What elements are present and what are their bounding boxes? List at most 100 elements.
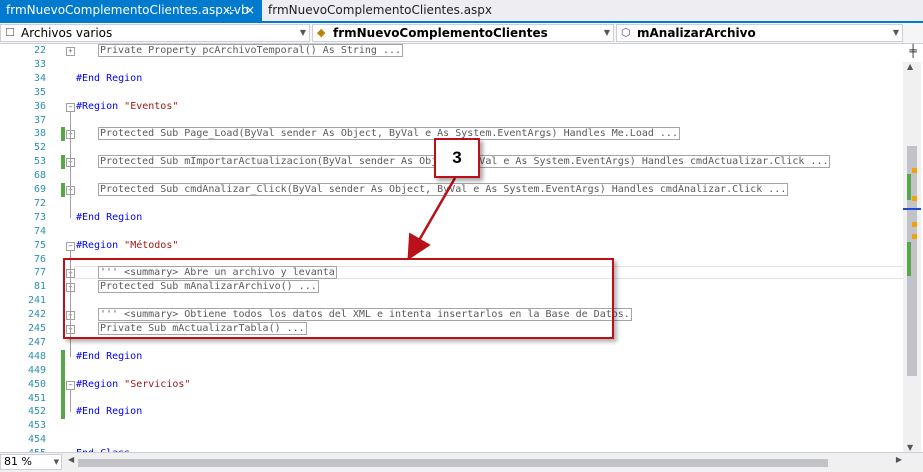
line-number: 453: [27, 420, 46, 432]
navigation-bar: ☐ Archivos varios ▼ ◆ frmNuevoComplement…: [0, 23, 923, 44]
keyword: #End Region: [76, 211, 143, 223]
warning-marker: [912, 196, 917, 201]
code-editor[interactable]: 22 + Private Property pcArchivoTemporal() …: [0, 44, 903, 452]
line-number: 75: [33, 239, 46, 251]
code-line[interactable]: #End Region: [76, 72, 142, 86]
change-indicator: [61, 155, 65, 170]
scroll-up-icon[interactable]: ▲: [907, 62, 913, 71]
change-indicator: [61, 405, 65, 420]
keyword: #Region: [76, 100, 125, 112]
keyword: #Region: [76, 239, 125, 251]
chevron-down-icon: ▼: [892, 28, 899, 37]
project-label: Archivos varios: [21, 26, 113, 40]
close-icon[interactable]: ×: [245, 0, 255, 21]
highlight-box: [63, 258, 614, 339]
line-number: 241: [27, 295, 46, 307]
line-number: 449: [27, 364, 46, 376]
code-line[interactable]: #End Region: [76, 350, 142, 364]
line-number: 37: [33, 114, 46, 126]
tab-aspx-vb[interactable]: frmNuevoComplementoClientes.aspx.vb ⊹ ×: [0, 0, 262, 21]
scroll-left-icon[interactable]: ◀: [68, 455, 74, 464]
project-dropdown[interactable]: ☐ Archivos varios ▼: [0, 24, 310, 42]
class-label: frmNuevoComplementoClientes: [333, 26, 548, 40]
line-number: 53: [33, 156, 46, 168]
line-number: 452: [27, 406, 46, 418]
line-number: 77: [33, 267, 46, 279]
pin-icon[interactable]: ⊹: [226, 0, 235, 21]
line-number: 68: [33, 170, 46, 182]
line-number: 74: [33, 225, 46, 237]
collapsed-block[interactable]: Protected Sub cmdAnalizar_Click(ByVal se…: [98, 183, 789, 196]
project-icon: ☐: [5, 26, 15, 39]
warning-marker: [912, 222, 917, 227]
code-line[interactable]: #End Region: [76, 405, 142, 419]
code-line[interactable]: #Region "Métodos": [76, 239, 178, 253]
chevron-down-icon: ▼: [299, 28, 306, 37]
expand-icon[interactable]: +: [66, 47, 75, 56]
zoom-dropdown[interactable]: 81 % ▼: [0, 454, 62, 470]
line-number: 36: [33, 100, 46, 112]
line-number: 69: [33, 184, 46, 195]
change-indicator: [61, 183, 65, 197]
code-line[interactable]: #Region "Eventos": [76, 100, 178, 114]
line-number: 454: [27, 434, 46, 446]
line-number: 52: [33, 142, 46, 154]
line-number: 33: [33, 58, 46, 70]
code-line[interactable]: #End Region: [76, 211, 142, 225]
line-number: 81: [33, 281, 46, 293]
change-indicator: [61, 391, 65, 406]
collapsed-block[interactable]: Protected Sub Page_Load(ByVal sender As …: [98, 127, 680, 141]
collapsed-block[interactable]: Private Property pcArchivoTemporal() As …: [98, 44, 404, 57]
vertical-scrollbar[interactable]: ▲ ▼: [903, 62, 921, 452]
code-line[interactable]: #Region "Servicios": [76, 378, 190, 392]
code-line[interactable]: Protected Sub Page_Load(ByVal sender As …: [98, 127, 680, 141]
code-line[interactable]: Protected Sub cmdAnalizar_Click(ByVal se…: [98, 183, 789, 197]
code-text: Protected Sub Page_Load(ByVal sender As …: [100, 128, 678, 140]
line-number: 73: [33, 211, 46, 223]
line-number: 38: [33, 128, 46, 140]
change-indicator: [61, 363, 65, 378]
line-number: 450: [27, 378, 46, 390]
change-marker: [907, 242, 911, 276]
string-literal: "Métodos": [124, 239, 179, 251]
line-number: 242: [27, 309, 46, 321]
editor-bottom-bar: 81 % ▼ ◀ ▶: [0, 452, 923, 472]
line-number: 22: [33, 45, 46, 56]
fold-guide: [70, 110, 71, 218]
code-line[interactable]: Private Property pcArchivoTemporal() As …: [98, 44, 404, 58]
chevron-down-icon: ▼: [603, 28, 610, 37]
change-indicator: [61, 127, 65, 142]
document-tab-strip: frmNuevoComplementoClientes.aspx.vb ⊹ × …: [0, 0, 923, 23]
line-number: 34: [33, 72, 46, 84]
warning-marker: [912, 168, 917, 173]
chevron-down-icon: ▼: [53, 458, 59, 466]
split-window-icon[interactable]: ╪: [905, 44, 921, 60]
scroll-right-icon[interactable]: ▶: [896, 455, 902, 464]
zoom-level: 81 %: [4, 455, 32, 468]
keyword: #End Region: [76, 350, 143, 362]
horizontal-scrollbar[interactable]: ◀ ▶: [66, 455, 904, 470]
code-text: Protected Sub cmdAnalizar_Click(ByVal se…: [100, 184, 787, 195]
scroll-down-icon[interactable]: ▼: [907, 443, 913, 452]
class-icon: ◆: [317, 26, 326, 39]
warning-marker: [912, 234, 917, 239]
string-literal: "Eventos": [124, 100, 179, 112]
string-literal: "Servicios": [124, 378, 191, 390]
method-icon: ⬡: [621, 26, 631, 39]
line-number: 72: [33, 197, 46, 209]
tab-aspx[interactable]: frmNuevoComplementoClientes.aspx: [262, 0, 498, 21]
code-text: Private Property pcArchivoTemporal() As …: [100, 45, 402, 56]
line-number: 76: [33, 253, 46, 265]
scrollbar-thumb[interactable]: [78, 459, 828, 467]
keyword: #Region: [76, 378, 125, 390]
line-number: 448: [27, 350, 46, 362]
caret-position-marker: [903, 208, 921, 210]
change-indicator: [61, 349, 65, 364]
line-number: 35: [33, 86, 46, 98]
line-number: 247: [27, 336, 46, 348]
change-marker: [907, 174, 911, 200]
change-indicator: [61, 377, 65, 392]
member-dropdown[interactable]: ⬡ mAnalizarArchivo ▼: [616, 24, 903, 42]
class-dropdown[interactable]: ◆ frmNuevoComplementoClientes ▼: [312, 24, 614, 42]
keyword: #End Region: [76, 72, 143, 84]
